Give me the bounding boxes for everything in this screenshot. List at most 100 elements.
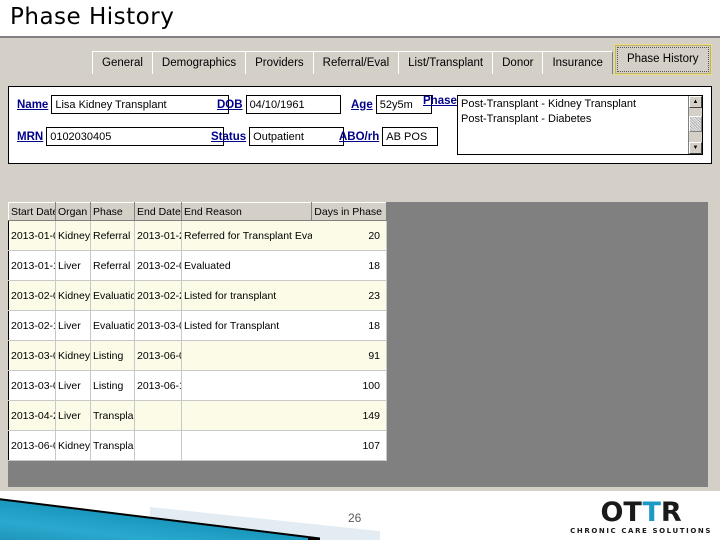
- phase-history-grid-container: Start Date Organ Phase End Date End Reas…: [8, 202, 708, 487]
- tab-insurance[interactable]: Insurance: [542, 51, 613, 74]
- table-row[interactable]: 2013-03-04 Liver Listing 2013-06-12 100: [8, 370, 387, 401]
- dob-input[interactable]: 04/10/1961: [245, 95, 341, 114]
- scroll-down-icon[interactable]: ▼: [689, 142, 702, 154]
- application-window: General Demographics Providers Referral/…: [0, 36, 720, 491]
- phase-list-item[interactable]: Post-Transplant - Kidney Transplant: [461, 97, 685, 112]
- name-input[interactable]: Lisa Kidney Transplant: [51, 95, 230, 114]
- table-row[interactable]: 2013-01-01 Kidney Referral 2013-01-21 Re…: [8, 220, 387, 251]
- patient-demographics-panel: Name Lisa Kidney Transplant DOB 04/10/19…: [8, 86, 712, 164]
- cell-end-date: 2013-02-01: [134, 250, 182, 281]
- cell-phase: Evaluation: [90, 280, 135, 311]
- mrn-field-group: MRN 0102030405: [17, 127, 225, 146]
- table-row[interactable]: 2013-06-03 Kidney Transplant 107: [8, 430, 387, 461]
- cell-end-date: 2013-06-12: [134, 370, 182, 401]
- phase-history-grid[interactable]: Start Date Organ Phase End Date End Reas…: [8, 202, 387, 461]
- cell-phase: Evaluation: [90, 310, 135, 341]
- status-input[interactable]: Outpatient: [249, 127, 345, 146]
- table-row[interactable]: 2013-02-04 Kidney Evaluation 2013-02-27 …: [8, 280, 387, 311]
- cell-start-date: 2013-01-01: [8, 220, 56, 251]
- mrn-label: MRN: [17, 130, 44, 143]
- age-label: Age: [351, 98, 373, 111]
- cell-phase: Transplant: [90, 400, 135, 431]
- cell-end-reason: [181, 400, 312, 431]
- page-number: 26: [348, 511, 362, 525]
- cell-end-date: 2013-01-21: [134, 220, 182, 251]
- table-row[interactable]: 2013-03-04 Kidney Listing 2013-06-03 91: [8, 340, 387, 371]
- cell-phase: Listing: [90, 370, 135, 401]
- cell-end-reason: [181, 430, 312, 461]
- tab-list-transplant[interactable]: List/Transplant: [398, 51, 494, 74]
- scroll-up-icon[interactable]: ▲: [689, 96, 702, 108]
- cell-start-date: 2013-01-14: [8, 250, 56, 281]
- column-header-organ[interactable]: Organ: [55, 202, 91, 221]
- cell-phase: Transplant: [90, 430, 135, 461]
- logo-part-ot: OT: [600, 497, 643, 528]
- cell-end-date: 2013-02-27: [134, 280, 182, 311]
- column-header-days-in-phase[interactable]: Days in Phase: [311, 202, 387, 221]
- phase-list-scrollbar[interactable]: ▲ ▼: [688, 96, 702, 154]
- cell-phase: Referral: [90, 220, 135, 251]
- tab-providers[interactable]: Providers: [245, 51, 314, 74]
- cell-organ: Kidney: [55, 280, 91, 311]
- abo-rh-label: ABO/rh: [339, 130, 380, 143]
- dob-field-group: DOB 04/10/1961: [217, 95, 341, 114]
- cell-organ: Kidney: [55, 430, 91, 461]
- ottr-logo: OTTR CHRONIC CARE SOLUTIONS: [570, 499, 712, 535]
- cell-end-date: [134, 430, 182, 461]
- cell-end-reason: [181, 340, 312, 371]
- tab-general[interactable]: General: [92, 51, 153, 74]
- cell-end-date: 2013-03-01: [134, 310, 182, 341]
- table-row[interactable]: 2013-02-11 Liver Evaluation 2013-03-01 L…: [8, 310, 387, 341]
- cell-organ: Liver: [55, 250, 91, 281]
- scrollbar-thumb[interactable]: [689, 116, 702, 132]
- phase-label: Phase: [423, 95, 457, 107]
- cell-days-in-phase: 23: [311, 280, 387, 311]
- abo-field-group: ABO/rh AB POS: [339, 127, 439, 146]
- cell-start-date: 2013-06-03: [8, 430, 56, 461]
- dob-label: DOB: [217, 98, 243, 111]
- cell-start-date: 2013-03-04: [8, 340, 56, 371]
- page-title: Phase History: [10, 4, 175, 30]
- logo-tagline: CHRONIC CARE SOLUTIONS: [570, 527, 712, 535]
- phase-list-items: Post-Transplant - Kidney Transplant Post…: [458, 96, 688, 154]
- cell-phase: Listing: [90, 340, 135, 371]
- logo-wordmark: OTTR: [570, 499, 712, 526]
- table-row[interactable]: 2013-01-14 Liver Referral 2013-02-01 Eva…: [8, 250, 387, 281]
- cell-end-reason: Referred for Transplant Evaluation: [181, 220, 312, 251]
- cell-start-date: 2013-02-04: [8, 280, 56, 311]
- cell-end-reason: Listed for Transplant: [181, 310, 312, 341]
- cell-organ: Kidney: [55, 340, 91, 371]
- tab-demographics[interactable]: Demographics: [151, 51, 247, 74]
- cell-end-reason: [181, 370, 312, 401]
- column-header-end-reason[interactable]: End Reason: [181, 202, 312, 221]
- cell-days-in-phase: 18: [311, 250, 387, 281]
- status-label: Status: [211, 130, 247, 143]
- tab-donor[interactable]: Donor: [492, 51, 544, 74]
- cell-end-date: [134, 400, 182, 431]
- column-header-phase[interactable]: Phase: [90, 202, 135, 221]
- cell-days-in-phase: 91: [311, 340, 387, 371]
- phase-list-item[interactable]: Post-Transplant - Diabetes: [461, 112, 685, 127]
- phase-listbox[interactable]: Post-Transplant - Kidney Transplant Post…: [457, 95, 703, 155]
- table-row[interactable]: 2013-04-22 Liver Transplant 149: [8, 400, 387, 431]
- cell-days-in-phase: 149: [311, 400, 387, 431]
- abo-rh-input[interactable]: AB POS: [382, 127, 439, 146]
- cell-organ: Liver: [55, 370, 91, 401]
- cell-days-in-phase: 18: [311, 310, 387, 341]
- name-label: Name: [17, 98, 49, 111]
- cell-start-date: 2013-02-11: [8, 310, 56, 341]
- column-header-start-date[interactable]: Start Date: [8, 202, 56, 221]
- cell-end-date: 2013-06-03: [134, 340, 182, 371]
- slide-footer: 26 OTTR CHRONIC CARE SOLUTIONS: [0, 491, 720, 540]
- cell-start-date: 2013-03-04: [8, 370, 56, 401]
- tab-referral-eval[interactable]: Referral/Eval: [312, 51, 400, 74]
- tab-strip: General Demographics Providers Referral/…: [0, 42, 720, 74]
- cell-organ: Kidney: [55, 220, 91, 251]
- status-field-group: Status Outpatient: [211, 127, 345, 146]
- column-header-end-date[interactable]: End Date: [134, 202, 182, 221]
- mrn-input[interactable]: 0102030405: [46, 127, 225, 146]
- phase-label-group: Phase: [423, 95, 460, 107]
- cell-organ: Liver: [55, 310, 91, 341]
- logo-part-t: T: [642, 497, 661, 528]
- tab-phase-history[interactable]: Phase History: [614, 45, 711, 74]
